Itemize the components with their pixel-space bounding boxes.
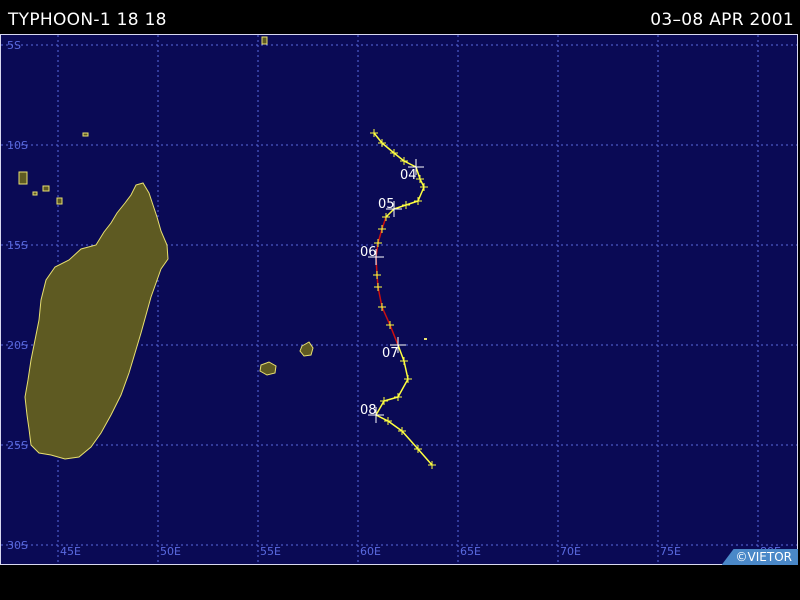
lon-label: 65E — [460, 545, 481, 558]
map-canvas[interactable]: 0405060708 45E50E55E60E65E70E75E80E5S10S… — [1, 35, 797, 564]
island-5 — [82, 132, 89, 137]
day-label: 05 — [378, 197, 395, 212]
island-6 — [261, 36, 268, 45]
island-1 — [18, 171, 28, 185]
lon-label: 45E — [60, 545, 81, 558]
lat-label: 15S — [7, 239, 28, 252]
header: TYPHOON-1 18 18 03–08 APR 2001 — [0, 0, 800, 34]
lat-label: 5S — [7, 39, 21, 52]
track-map[interactable]: 0405060708 45E50E55E60E65E70E75E80E5S10S… — [0, 34, 798, 565]
lon-label: 60E — [360, 545, 381, 558]
day-label: 06 — [360, 245, 377, 260]
island-7 — [424, 338, 427, 340]
island-4 — [56, 197, 63, 205]
lat-label: 20S — [7, 339, 28, 352]
lon-label: 50E — [160, 545, 181, 558]
island-3 — [32, 191, 38, 196]
lat-label: 30S — [7, 539, 28, 552]
lat-label: 25S — [7, 439, 28, 452]
lon-label: 55E — [260, 545, 281, 558]
lon-label: 75E — [660, 545, 681, 558]
lon-label: 70E — [560, 545, 581, 558]
lat-label: 10S — [7, 139, 28, 152]
day-label: 07 — [382, 346, 399, 361]
credit-badge: ©VIETOR — [721, 549, 798, 565]
day-label: 08 — [360, 403, 377, 418]
date-range: 03–08 APR 2001 — [650, 10, 794, 30]
storm-title: TYPHOON-1 18 18 — [8, 10, 167, 30]
island-2 — [42, 185, 50, 192]
day-label: 04 — [400, 168, 417, 183]
